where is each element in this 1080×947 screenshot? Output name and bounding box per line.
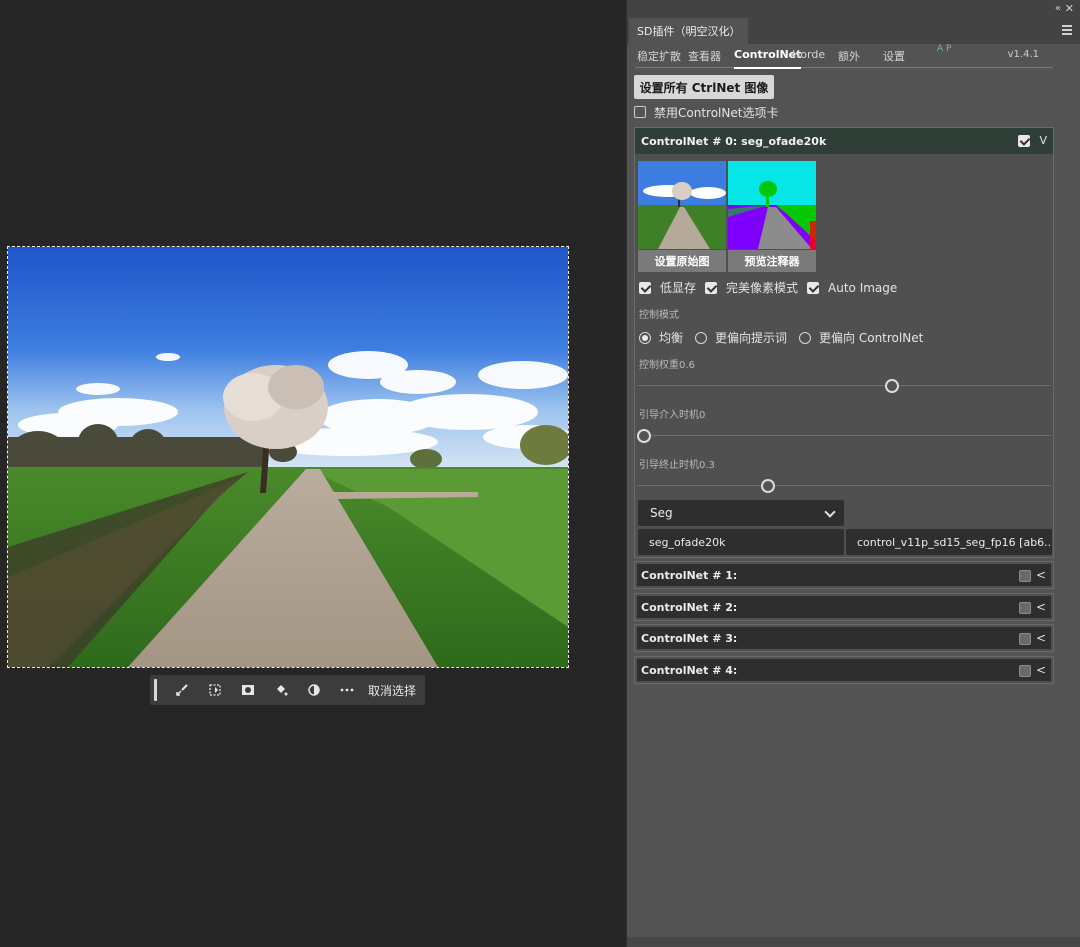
ap-mark: A P xyxy=(937,44,952,54)
auto-image-checkbox[interactable] xyxy=(807,281,820,294)
disable-controlnet-tab-row: 禁用ControlNet选项卡 xyxy=(634,104,778,120)
mode-prompt-label: 更偏向提示词 xyxy=(715,331,788,345)
mode-controlnet-radio[interactable] xyxy=(799,331,812,344)
preprocessor-field[interactable]: seg_ofade20k xyxy=(638,529,844,555)
mask-icon[interactable] xyxy=(231,675,264,705)
fill-bucket-icon[interactable] xyxy=(264,675,297,705)
chevron-left-icon[interactable]: < xyxy=(1036,631,1046,645)
controlnet-unit-1-enable-checkbox[interactable] xyxy=(1019,570,1031,582)
set-original-image-button[interactable]: 设置原始图 xyxy=(638,250,726,272)
chevron-down-icon[interactable]: V xyxy=(1039,134,1047,147)
toolbar-grip[interactable] xyxy=(154,679,157,701)
low-vram-checkbox[interactable] xyxy=(639,281,651,294)
controlnet-unit-3-enable-checkbox[interactable] xyxy=(1019,633,1031,645)
controlnet-unit-4-title: ControlNet # 4: xyxy=(641,663,738,677)
close-icon[interactable]: ✕ xyxy=(1065,2,1074,15)
mode-balanced-label: 均衡 xyxy=(659,331,684,345)
more-icon[interactable] xyxy=(330,675,363,705)
controlnet-unit-0: ControlNet # 0: seg_ofade20k V 设置原始图 预览注… xyxy=(634,127,1054,558)
control-weight-label: 控制权重0.6 xyxy=(639,360,695,371)
slider-track xyxy=(637,435,1051,436)
adjust-icon[interactable] xyxy=(297,675,330,705)
collapse-icon[interactable]: « xyxy=(1055,3,1061,14)
controlnet-unit-3-header[interactable]: ControlNet # 3: < xyxy=(637,627,1051,649)
tab-settings[interactable]: 设置 xyxy=(883,48,905,68)
chevron-down-icon xyxy=(824,506,836,518)
controlnet-unit-3[interactable]: ControlNet # 3: < xyxy=(634,624,1054,652)
pixel-perfect-label: 完美像素模式 xyxy=(726,281,799,295)
panel-title-tab[interactable]: SD插件（明空汉化） xyxy=(629,18,749,44)
deselect-button[interactable]: 取消选择 xyxy=(368,682,416,699)
guidance-start-slider[interactable] xyxy=(637,429,1051,443)
slider-thumb[interactable] xyxy=(761,479,776,493)
mode-balanced-radio[interactable] xyxy=(639,331,651,344)
landscape-photo xyxy=(8,247,568,667)
control-mode-radio-group: 均衡 更偏向提示词 更偏向 ControlNet xyxy=(639,329,935,346)
controlnet-unit-2-header[interactable]: ControlNet # 2: < xyxy=(637,596,1051,618)
controlnet-unit-3-title: ControlNet # 3: xyxy=(641,631,738,645)
controlnet-unit-2-enable-checkbox[interactable] xyxy=(1019,602,1031,614)
control-weight-slider[interactable] xyxy=(637,379,1051,393)
tab-stable-diffusion[interactable]: 稳定扩散 xyxy=(637,48,681,68)
model-field[interactable]: control_v11p_sd15_seg_fp16 [ab6... xyxy=(846,529,1052,555)
control-mode-label: 控制模式 xyxy=(639,310,679,321)
controlnet-unit-0-title: ControlNet # 0: seg_ofade20k xyxy=(641,134,827,148)
contextual-task-bar: 取消选择 xyxy=(150,675,425,705)
low-vram-label: 低显存 xyxy=(660,281,697,295)
disable-controlnet-tab-label: 禁用ControlNet选项卡 xyxy=(654,105,779,120)
slider-track xyxy=(637,485,1051,486)
brush-select-icon[interactable] xyxy=(165,675,198,705)
tab-horde[interactable]: Horde xyxy=(792,48,825,68)
controlnet-unit-1[interactable]: ControlNet # 1: < xyxy=(634,561,1054,589)
slider-thumb[interactable] xyxy=(637,429,651,443)
guidance-start-label: 引导介入时机0 xyxy=(639,410,706,421)
options-row: 低显存 完美像素模式 Auto Image xyxy=(639,279,906,296)
chevron-left-icon[interactable]: < xyxy=(1036,568,1046,582)
mode-controlnet-label: 更偏向 ControlNet xyxy=(819,331,924,345)
slider-track xyxy=(637,385,1051,386)
panel-menu-icon[interactable] xyxy=(1062,25,1072,35)
chevron-left-icon[interactable]: < xyxy=(1036,600,1046,614)
mode-prompt-radio[interactable] xyxy=(695,331,708,344)
disable-controlnet-tab-checkbox[interactable] xyxy=(634,106,646,118)
controlnet-unit-1-header[interactable]: ControlNet # 1: < xyxy=(637,564,1051,586)
controlnet-unit-2-title: ControlNet # 2: xyxy=(641,600,738,614)
controlnet-unit-1-title: ControlNet # 1: xyxy=(641,568,738,582)
controlnet-unit-4-enable-checkbox[interactable] xyxy=(1019,665,1031,677)
controlnet-unit-0-header[interactable]: ControlNet # 0: seg_ofade20k V xyxy=(635,128,1053,154)
panel-topbar: « ✕ xyxy=(627,0,1080,18)
module-select-value: Seg xyxy=(650,506,673,520)
chevron-left-icon[interactable]: < xyxy=(1036,663,1046,677)
guidance-end-slider[interactable] xyxy=(637,479,1051,493)
auto-image-label: Auto Image xyxy=(828,280,898,295)
original-image-thumbnail xyxy=(638,161,726,249)
tab-extra[interactable]: 额外 xyxy=(838,48,860,68)
controlnet-unit-2[interactable]: ControlNet # 2: < xyxy=(634,593,1054,621)
tab-bar: 稳定扩散 查看器 ControlNet Horde 额外 设置 A P v1.4… xyxy=(635,44,1053,69)
controlnet-unit-0-enable-checkbox[interactable] xyxy=(1018,135,1030,147)
panel-bottom-bar xyxy=(627,937,1080,947)
panel-header: SD插件（明空汉化） xyxy=(627,18,1080,44)
guidance-end-label: 引导终止时机0.3 xyxy=(639,460,715,471)
tab-viewer[interactable]: 查看器 xyxy=(688,48,721,68)
module-select[interactable]: Seg xyxy=(638,500,844,526)
segmentation-preview-thumbnail xyxy=(728,161,816,249)
pixel-perfect-checkbox[interactable] xyxy=(705,281,718,294)
slider-thumb[interactable] xyxy=(885,379,900,393)
preview-annotator-button[interactable]: 预览注释器 xyxy=(728,250,816,272)
controlnet-unit-4-header[interactable]: ControlNet # 4: < xyxy=(637,659,1051,681)
transform-select-icon[interactable] xyxy=(198,675,231,705)
canvas-image[interactable] xyxy=(8,247,568,667)
controlnet-unit-4[interactable]: ControlNet # 4: < xyxy=(634,656,1054,684)
version-label: v1.4.1 xyxy=(1007,49,1039,60)
set-all-ctrlnet-images-button[interactable]: 设置所有 CtrlNet 图像 xyxy=(634,75,774,99)
